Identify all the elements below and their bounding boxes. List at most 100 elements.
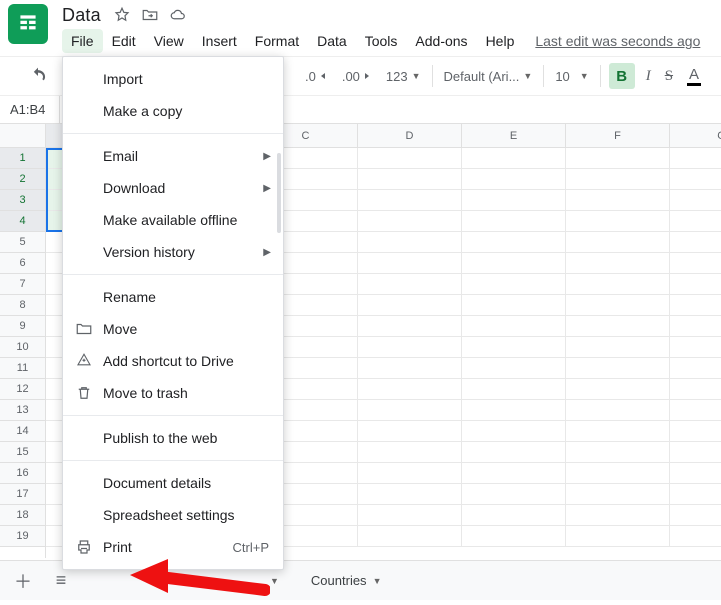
cell[interactable] xyxy=(462,169,566,190)
cell[interactable] xyxy=(670,253,721,274)
cell[interactable] xyxy=(670,505,721,526)
cell[interactable] xyxy=(670,463,721,484)
cell[interactable] xyxy=(462,211,566,232)
cell[interactable] xyxy=(566,358,670,379)
cell[interactable] xyxy=(358,400,462,421)
cell[interactable] xyxy=(358,379,462,400)
cell[interactable] xyxy=(358,484,462,505)
row-header[interactable]: 19 xyxy=(0,526,45,547)
cell[interactable] xyxy=(358,190,462,211)
menu-download[interactable]: Download▶ xyxy=(63,172,283,204)
cell[interactable] xyxy=(670,232,721,253)
select-all-corner[interactable] xyxy=(0,124,45,148)
cell[interactable] xyxy=(566,505,670,526)
cell[interactable] xyxy=(462,358,566,379)
row-header[interactable]: 14 xyxy=(0,421,45,442)
menu-file[interactable]: File xyxy=(62,29,103,53)
cell[interactable] xyxy=(358,274,462,295)
menu-view[interactable]: View xyxy=(145,29,193,53)
cell[interactable] xyxy=(462,295,566,316)
cell[interactable] xyxy=(462,379,566,400)
menu-move[interactable]: Move xyxy=(63,313,283,345)
cell[interactable] xyxy=(462,526,566,547)
col-header[interactable]: F xyxy=(566,124,670,147)
row-header[interactable]: 4 xyxy=(0,211,45,232)
row-header[interactable]: 7 xyxy=(0,274,45,295)
cell[interactable] xyxy=(670,295,721,316)
cell[interactable] xyxy=(358,232,462,253)
row-header[interactable]: 12 xyxy=(0,379,45,400)
cell[interactable] xyxy=(358,316,462,337)
cell[interactable] xyxy=(358,421,462,442)
sheet-tab-countries[interactable]: Countries▼ xyxy=(297,566,396,596)
cell[interactable] xyxy=(566,211,670,232)
menu-make-copy[interactable]: Make a copy xyxy=(63,95,283,127)
menu-document-details[interactable]: Document details xyxy=(63,467,283,499)
cell[interactable] xyxy=(462,274,566,295)
cell[interactable] xyxy=(566,190,670,211)
increase-decimal-button[interactable]: .00 xyxy=(339,65,375,88)
cell[interactable] xyxy=(462,400,566,421)
cell[interactable] xyxy=(670,484,721,505)
cell[interactable] xyxy=(670,316,721,337)
menu-insert[interactable]: Insert xyxy=(193,29,246,53)
cell[interactable] xyxy=(358,358,462,379)
row-header[interactable]: 5 xyxy=(0,232,45,253)
cell[interactable] xyxy=(670,358,721,379)
last-edit-link[interactable]: Last edit was seconds ago xyxy=(535,33,700,49)
font-size-select[interactable]: 10▼ xyxy=(552,65,591,88)
menu-import[interactable]: Import xyxy=(63,63,283,95)
cell[interactable] xyxy=(670,169,721,190)
move-folder-icon[interactable] xyxy=(141,6,159,24)
cell[interactable] xyxy=(670,337,721,358)
cell[interactable] xyxy=(462,484,566,505)
cell[interactable] xyxy=(462,421,566,442)
cell[interactable] xyxy=(670,274,721,295)
more-formats-button[interactable]: 123▼ xyxy=(383,65,424,88)
cell[interactable] xyxy=(358,463,462,484)
italic-button[interactable]: I xyxy=(643,64,654,89)
cell[interactable] xyxy=(358,148,462,169)
cell[interactable] xyxy=(670,442,721,463)
menu-publish[interactable]: Publish to the web xyxy=(63,422,283,454)
cell[interactable] xyxy=(566,379,670,400)
bold-button[interactable]: B xyxy=(609,63,635,89)
cell[interactable] xyxy=(358,211,462,232)
cell[interactable] xyxy=(566,421,670,442)
all-sheets-button[interactable]: ≡ xyxy=(44,566,78,596)
cloud-status-icon[interactable] xyxy=(169,6,187,24)
menu-help[interactable]: Help xyxy=(477,29,524,53)
cell[interactable] xyxy=(566,484,670,505)
menu-spreadsheet-settings[interactable]: Spreadsheet settings xyxy=(63,499,283,531)
text-color-button[interactable]: A xyxy=(684,63,704,90)
cell[interactable] xyxy=(462,442,566,463)
row-header[interactable]: 1 xyxy=(0,148,45,169)
cell[interactable] xyxy=(358,526,462,547)
menu-print[interactable]: Print Ctrl+P xyxy=(63,531,283,563)
row-header[interactable]: 15 xyxy=(0,442,45,463)
cell[interactable] xyxy=(462,148,566,169)
row-header[interactable]: 2 xyxy=(0,169,45,190)
sheet-tab[interactable]: ▼ xyxy=(256,566,293,596)
cell[interactable] xyxy=(566,337,670,358)
menu-version-history[interactable]: Version history▶ xyxy=(63,236,283,268)
row-header[interactable]: 11 xyxy=(0,358,45,379)
cell[interactable] xyxy=(566,253,670,274)
row-header[interactable]: 18 xyxy=(0,505,45,526)
menu-data[interactable]: Data xyxy=(308,29,356,53)
cell[interactable] xyxy=(670,190,721,211)
cell[interactable] xyxy=(566,148,670,169)
row-header[interactable]: 10 xyxy=(0,337,45,358)
name-box[interactable]: A1:B4 xyxy=(0,96,60,123)
cell[interactable] xyxy=(670,211,721,232)
menu-edit[interactable]: Edit xyxy=(103,29,145,53)
cell[interactable] xyxy=(358,337,462,358)
row-header[interactable]: 3 xyxy=(0,190,45,211)
cell[interactable] xyxy=(462,463,566,484)
cell[interactable] xyxy=(670,148,721,169)
menu-addons[interactable]: Add-ons xyxy=(406,29,476,53)
undo-button[interactable] xyxy=(28,66,48,86)
cell[interactable] xyxy=(566,316,670,337)
row-header[interactable]: 17 xyxy=(0,484,45,505)
cell[interactable] xyxy=(670,526,721,547)
